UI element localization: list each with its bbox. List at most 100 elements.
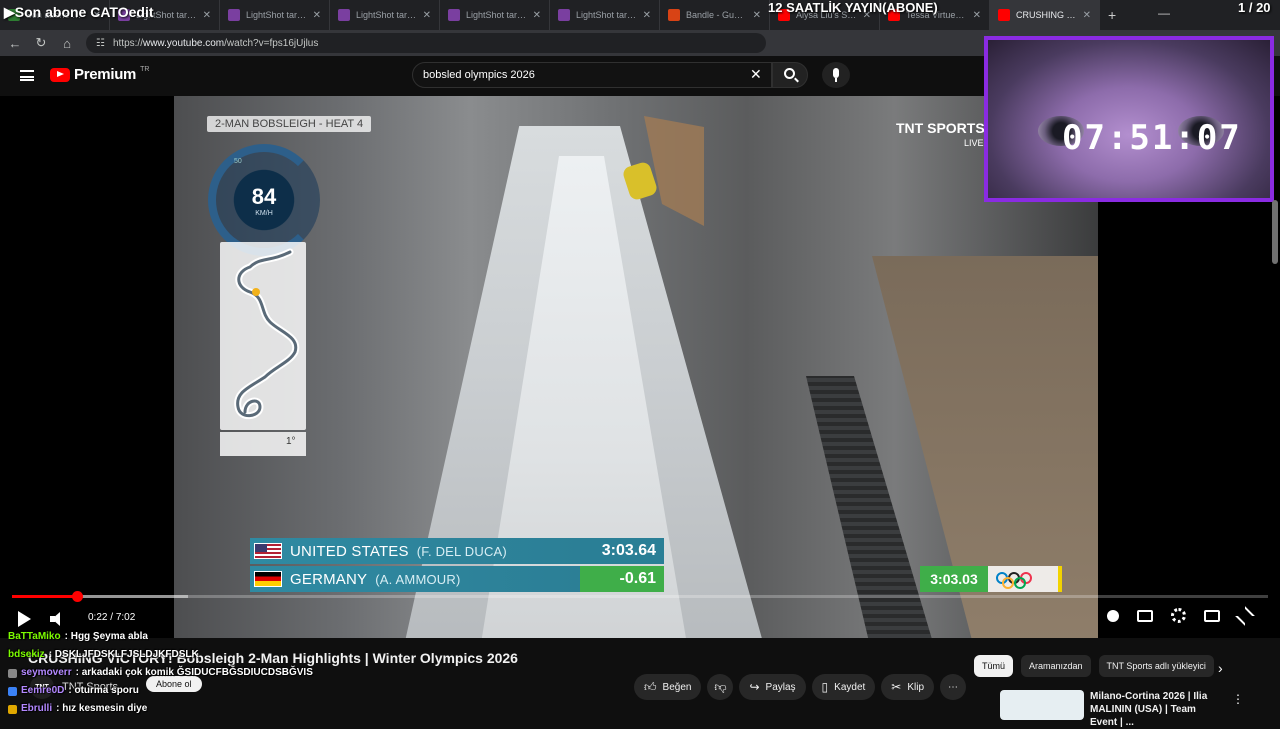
progress-played (12, 595, 78, 598)
search-value: bobsled olympics 2026 (423, 69, 535, 81)
settings-gear-icon[interactable] (1171, 608, 1186, 623)
search-button[interactable] (772, 62, 808, 88)
share-label: Paylaş (765, 681, 796, 693)
new-tab-button[interactable]: + (1100, 0, 1130, 30)
chip-from-search[interactable]: Aramanızdan (1021, 655, 1091, 677)
time-total: 7:02 (115, 612, 136, 623)
fullscreen-icon[interactable] (1235, 605, 1255, 626)
save-button[interactable]: ▯ Kaydet (811, 674, 876, 700)
stream-chat: BaTTaMiko: Hgg Şeyma abla bdsekiz: DSKLJ… (8, 628, 408, 718)
volume-icon[interactable] (50, 612, 66, 626)
like-button[interactable]: 👍︎ Beğen (634, 674, 702, 700)
tab-close-icon[interactable]: ✕ (1083, 10, 1091, 21)
recommendation-title[interactable]: Milano-Cortina 2026 | Ilia MALININ (USA)… (1090, 690, 1220, 729)
chat-text: : arkadaki çok komik ĞSIDUCFBĞSDIUCDSBĞV… (75, 667, 313, 678)
time-display: 0:22 / 7:02 (88, 612, 136, 623)
live-label: LIVE (964, 138, 984, 148)
chat-message: bdsekiz: DSKLJFDSKLFJSLDJKFDSLK (8, 646, 408, 664)
tab-close-icon[interactable]: ✕ (533, 10, 541, 21)
speed-gauge: 50 84 KM/H (208, 144, 320, 256)
team-country: GERMANY (290, 570, 368, 588)
save-label: Kaydet (834, 681, 866, 693)
progress-scrubber[interactable] (72, 591, 84, 602)
browser-tab-active[interactable]: CRUSHING VIC ✕ (990, 0, 1100, 30)
back-icon[interactable]: ← (8, 36, 22, 51)
tab-title: LightShot tarafından (466, 10, 527, 20)
chat-text: : Hgg Şeyma abla (64, 631, 148, 642)
scene-grate (806, 376, 934, 638)
tab-close-icon[interactable]: ✕ (753, 10, 761, 21)
tab-title: LightShot tarafından (576, 10, 637, 20)
voice-search-icon[interactable] (822, 62, 850, 88)
chevron-right-icon[interactable]: › (1218, 660, 1223, 676)
search-icon (784, 68, 795, 79)
url-scheme: https:// (112, 37, 143, 49)
team-country: UNITED STATES (290, 542, 409, 560)
browser-tab[interactable]: LightShot tarafından ✕ (220, 0, 330, 30)
chip-all[interactable]: Tümü (974, 655, 1014, 677)
dislike-button[interactable]: 👎︎ (707, 674, 734, 700)
chat-user: seymoverr (21, 667, 72, 678)
tab-close-icon[interactable]: ✕ (203, 10, 211, 21)
chip-uploader[interactable]: TNT Sports adlı yükleyici (1098, 655, 1214, 677)
browser-tab[interactable]: LightShot tarafından ✕ (550, 0, 660, 30)
recommendation-menu-icon[interactable]: ⋮ (1232, 692, 1244, 706)
stream-overlay-banner: 12 SAATLİK YAYIN(ABONE) (768, 0, 938, 15)
search-input[interactable]: bobsled olympics 2026 (412, 62, 772, 88)
stream-overlay-count: 1 / 20 (1238, 0, 1271, 15)
scoreboard-row: GERMANY (A. AMMOUR) -0.61 (250, 566, 664, 592)
browser-tab[interactable]: LightShot tarafından ✕ (440, 0, 550, 30)
chat-message: Eemre0D: oturma sporu (8, 682, 408, 700)
tab-close-icon[interactable]: ✕ (643, 10, 651, 21)
clip-button[interactable]: ✂ Klip (881, 674, 935, 700)
team-athlete: (F. DEL DUCA) (416, 543, 507, 559)
hamburger-menu-icon[interactable] (20, 70, 34, 81)
more-actions-button[interactable]: ⋯ (940, 674, 967, 700)
progress-bar[interactable] (12, 591, 1268, 602)
chat-badge-icon (8, 668, 17, 678)
tab-close-icon[interactable]: ✕ (973, 10, 981, 21)
youtube-logo[interactable]: Premium TR (50, 66, 149, 83)
play-icon[interactable] (18, 611, 31, 627)
subtitles-icon[interactable] (1137, 609, 1153, 622)
reload-icon[interactable]: ↻ (34, 35, 48, 51)
chat-badge-icon (8, 686, 17, 696)
tab-title: LightShot tarafından (246, 10, 307, 20)
scoreboard-team: GERMANY (A. AMMOUR) (250, 566, 580, 592)
speed-unit: KM/H (255, 210, 273, 217)
player-controls-right (1107, 605, 1255, 626)
chat-text: : oturma sporu (68, 685, 139, 696)
miniplayer-icon[interactable] (1204, 609, 1220, 622)
chat-message: seymoverr: arkadaki çok komik ĞSIDUCFBĞS… (8, 664, 408, 682)
page-scrollbar[interactable] (1272, 200, 1278, 264)
reference-time-panel: 3:03.03 (920, 566, 1062, 592)
tab-close-icon[interactable]: ✕ (313, 10, 321, 21)
url-path: /watch?v=fps16jUjlus (224, 37, 319, 49)
chat-user: bdsekiz (8, 649, 45, 660)
tab-title: Bandle - Guess the (686, 10, 747, 20)
stream-clock: 07:51:07 (1062, 118, 1242, 158)
autoplay-toggle-icon[interactable] (1107, 609, 1119, 622)
clear-search-icon[interactable]: ✕ (750, 66, 762, 83)
share-icon: ↪ (749, 680, 760, 694)
url-field[interactable]: ☷ https://www.youtube.com/watch?v=fps16j… (86, 33, 766, 53)
browser-tab[interactable]: LightShot tarafından ✕ (330, 0, 440, 30)
speed-value: 84 (251, 184, 277, 209)
track-map (220, 242, 306, 430)
home-icon[interactable]: ⌂ (60, 36, 74, 51)
recommendation-thumbnail[interactable] (1000, 690, 1084, 720)
share-button[interactable]: ↪ Paylaş (739, 674, 806, 700)
tab-close-icon[interactable]: ✕ (423, 10, 431, 21)
team-time: 3:03.64 (580, 538, 664, 564)
stream-overlay-title: ▶Son abone CATOedit (4, 4, 154, 20)
sled-position-marker (252, 288, 260, 296)
site-info-icon[interactable]: ☷ (96, 38, 105, 49)
tab-title: CRUSHING VIC (1016, 10, 1077, 20)
scoreboard: UNITED STATES (F. DEL DUCA) 3:03.64 GERM… (250, 538, 664, 592)
minimize-icon[interactable]: — (1158, 6, 1170, 20)
tab-title: LightShot tarafından (356, 10, 417, 20)
clip-label: Klip (907, 681, 925, 693)
olympic-rings-icon (988, 566, 1062, 592)
tab-favicon-icon (338, 9, 350, 21)
browser-tab[interactable]: Bandle - Guess the ✕ (660, 0, 770, 30)
